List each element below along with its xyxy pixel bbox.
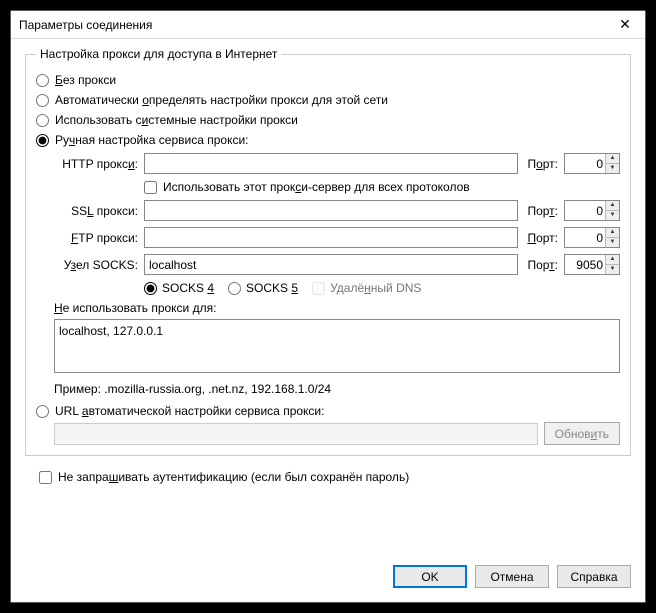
ssl-host-input[interactable]	[144, 200, 518, 221]
socks4-option[interactable]: SOCKS 4	[144, 281, 214, 295]
http-port-label: Порт:	[524, 157, 558, 171]
radio-no-proxy[interactable]	[36, 74, 49, 87]
connection-settings-window: Параметры соединения ✕ Настройка прокси …	[10, 10, 646, 603]
socks5-option[interactable]: SOCKS 5	[228, 281, 298, 295]
label-no-proxy[interactable]: Без прокси	[55, 73, 116, 87]
radio-system-proxy[interactable]	[36, 114, 49, 127]
http-label: HTTP прокси:	[54, 157, 138, 171]
remote-dns-checkbox	[312, 282, 325, 295]
noproxy-label: Не использовать прокси для:	[54, 301, 620, 315]
group-legend: Настройка прокси для доступа в Интернет	[36, 47, 281, 61]
noproxy-textarea[interactable]: localhost, 127.0.0.1	[54, 319, 620, 373]
proxy-group: Настройка прокси для доступа в Интернет …	[25, 47, 631, 456]
share-proxy-label[interactable]: Использовать этот прокси-сервер для всех…	[163, 180, 470, 194]
radio-manual-proxy[interactable]	[36, 134, 49, 147]
no-auth-label[interactable]: Не запрашивать аутентификацию (если был …	[58, 470, 409, 484]
reload-button: Обновить	[544, 422, 620, 445]
noproxy-example: Пример: .mozilla-russia.org, .net.nz, 19…	[54, 382, 620, 396]
socks-port-spinner[interactable]: ▲▼	[605, 255, 619, 274]
socks-port-label: Порт:	[524, 258, 558, 272]
http-port-input[interactable]	[565, 154, 605, 173]
ftp-label: FTP прокси:	[54, 231, 138, 245]
socks-host-input[interactable]	[144, 254, 518, 275]
dialog-footer: OK Отмена Справка	[11, 551, 645, 602]
ok-button[interactable]: OK	[393, 565, 467, 588]
share-proxy-checkbox[interactable]	[144, 181, 157, 194]
titlebar: Параметры соединения ✕	[11, 11, 645, 39]
no-auth-checkbox[interactable]	[39, 471, 52, 484]
http-host-input[interactable]	[144, 153, 518, 174]
label-system-proxy[interactable]: Использовать системные настройки прокси	[55, 113, 298, 127]
cancel-button[interactable]: Отмена	[475, 565, 549, 588]
ftp-host-input[interactable]	[144, 227, 518, 248]
socks-label: Узел SOCKS:	[54, 258, 138, 272]
close-button[interactable]: ✕	[605, 11, 645, 39]
help-button[interactable]: Справка	[557, 565, 631, 588]
radio-pac[interactable]	[36, 405, 49, 418]
http-port-spinner[interactable]: ▲▼	[605, 154, 619, 173]
window-title: Параметры соединения	[19, 18, 152, 32]
ftp-port-input[interactable]	[565, 228, 605, 247]
ssl-port-input[interactable]	[565, 201, 605, 220]
label-manual-proxy[interactable]: Ручная настройка сервиса прокси:	[55, 133, 248, 147]
ssl-port-spinner[interactable]: ▲▼	[605, 201, 619, 220]
radio-socks5[interactable]	[228, 282, 241, 295]
pac-url-input	[54, 423, 538, 445]
ssl-label: SSL прокси:	[54, 204, 138, 218]
ftp-port-spinner[interactable]: ▲▼	[605, 228, 619, 247]
remote-dns-option: Удалённый DNS	[312, 281, 421, 295]
radio-socks4[interactable]	[144, 282, 157, 295]
socks-port-input[interactable]	[565, 255, 605, 274]
ftp-port-label: Порт:	[524, 231, 558, 245]
label-auto-detect[interactable]: Автоматически определять настройки прокс…	[55, 93, 388, 107]
ssl-port-label: Порт:	[524, 204, 558, 218]
radio-auto-detect[interactable]	[36, 94, 49, 107]
label-pac[interactable]: URL автоматической настройки сервиса про…	[55, 404, 324, 418]
